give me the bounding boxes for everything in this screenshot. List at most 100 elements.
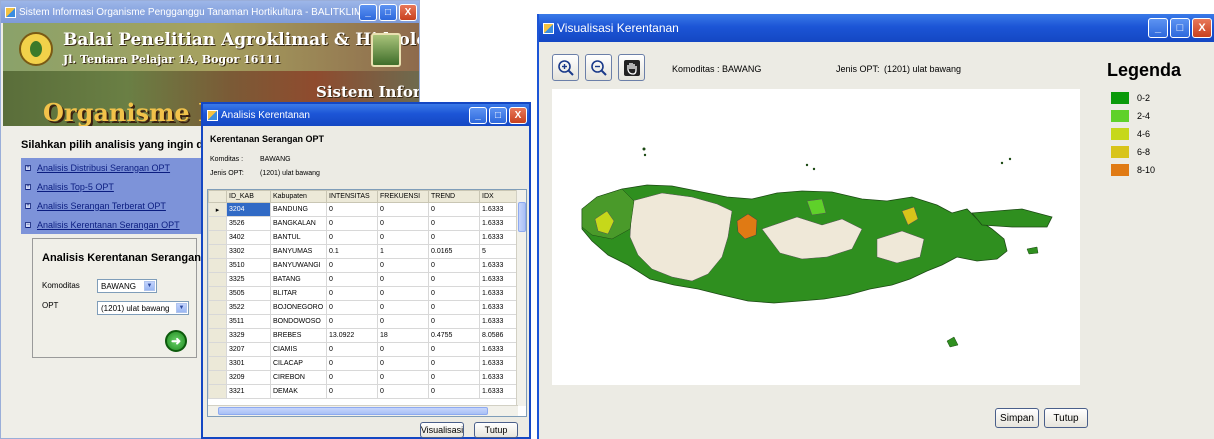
table-cell[interactable]: 0 (326, 370, 378, 385)
row-header[interactable] (208, 272, 227, 287)
table-cell[interactable]: CIAMIS (270, 342, 327, 357)
table-cell[interactable]: 1.6333 (479, 342, 520, 357)
table-cell[interactable]: 3522 (226, 300, 271, 315)
row-header[interactable] (208, 216, 227, 231)
table-cell[interactable]: 0.1 (326, 244, 378, 259)
simpan-button[interactable]: Simpan (995, 408, 1039, 428)
main-window-titlebar[interactable]: Sistem Informasi Organisme Pengganggu Ta… (1, 1, 419, 23)
table-cell[interactable]: 3402 (226, 230, 271, 245)
scroll-thumb[interactable] (518, 202, 526, 232)
table-cell[interactable]: DEMAK (270, 384, 327, 399)
table-cell[interactable]: 0 (326, 202, 378, 217)
chevron-down-icon[interactable]: ▼ (176, 303, 187, 313)
col-header-kabupaten[interactable]: Kabupaten (270, 190, 327, 203)
table-cell[interactable]: 1.6333 (479, 202, 520, 217)
table-cell[interactable]: 0 (326, 258, 378, 273)
maximize-button[interactable]: □ (1170, 18, 1190, 38)
collapse-icon[interactable]: − (25, 221, 31, 228)
table-row[interactable]: 3302 BANYUMAS 0.1 1 0.0165 5 (208, 244, 520, 259)
table-cell[interactable]: 0 (428, 286, 480, 301)
row-header[interactable]: ▸ (208, 202, 227, 217)
col-header-idx[interactable]: IDX (479, 190, 520, 203)
table-cell[interactable]: 1.6333 (479, 300, 520, 315)
table-row[interactable]: 3325 BATANG 0 0 0 1.6333 (208, 272, 520, 287)
opt-select[interactable]: (1201) ulat bawang ▼ (97, 301, 189, 315)
col-header-trend[interactable]: TREND (428, 190, 480, 203)
table-cell[interactable]: 3325 (226, 272, 271, 287)
expand-icon[interactable]: + (25, 202, 31, 209)
table-cell[interactable]: 1.6333 (479, 370, 520, 385)
minimize-button[interactable]: _ (469, 106, 487, 124)
tutup-button[interactable]: Tutup (1044, 408, 1088, 428)
row-header[interactable] (208, 244, 227, 259)
table-cell[interactable]: 1.6333 (479, 216, 520, 231)
table-cell[interactable]: 0 (326, 216, 378, 231)
table-cell[interactable]: 3505 (226, 286, 271, 301)
table-cell[interactable]: 3301 (226, 356, 271, 371)
table-cell[interactable]: BANDUNG (270, 202, 327, 217)
table-cell[interactable]: 0 (377, 258, 429, 273)
table-cell[interactable]: BANGKALAN (270, 216, 327, 231)
table-cell[interactable]: 0 (326, 286, 378, 301)
table-row[interactable]: 3402 BANTUL 0 0 0 1.6333 (208, 230, 520, 245)
table-row[interactable]: 3526 BANGKALAN 0 0 0 1.6333 (208, 216, 520, 231)
table-cell[interactable]: BANYUMAS (270, 244, 327, 259)
tutup-button[interactable]: Tutup (474, 422, 518, 438)
table-cell[interactable]: 0 (428, 370, 480, 385)
expand-icon[interactable]: + (25, 183, 31, 190)
col-header-frekuensi[interactable]: FREKUENSI (377, 190, 429, 203)
table-cell[interactable]: 3526 (226, 216, 271, 231)
table-cell[interactable]: 0 (326, 300, 378, 315)
pan-button[interactable] (618, 54, 645, 81)
table-row[interactable]: ▸ 3204 BANDUNG 0 0 0 1.6333 (208, 202, 520, 217)
visualisasi-titlebar[interactable]: Visualisasi Kerentanan _ □ X (539, 14, 1214, 42)
table-cell[interactable]: 0 (326, 272, 378, 287)
row-header[interactable] (208, 258, 227, 273)
table-cell[interactable]: 0 (377, 384, 429, 399)
row-header[interactable] (208, 356, 227, 371)
table-cell[interactable]: 0 (428, 384, 480, 399)
table-cell[interactable]: 0 (377, 356, 429, 371)
table-cell[interactable]: 13.0922 (326, 328, 378, 343)
table-row[interactable]: 3301 CILACAP 0 0 0 1.6333 (208, 356, 520, 371)
close-button[interactable]: X (509, 106, 527, 124)
table-cell[interactable]: BANYUWANGI (270, 258, 327, 273)
row-header[interactable] (208, 286, 227, 301)
kerentanan-data-grid[interactable]: ID_KAB Kabupaten INTENSITAS FREKUENSI TR… (207, 189, 527, 417)
komoditas-select[interactable]: BAWANG ▼ (97, 279, 157, 293)
table-cell[interactable]: 1 (377, 244, 429, 259)
table-cell[interactable]: 0 (326, 384, 378, 399)
zoom-out-button[interactable] (585, 54, 612, 81)
row-header[interactable] (208, 300, 227, 315)
table-cell[interactable]: 0 (377, 370, 429, 385)
go-arrow-button[interactable]: ➜ (165, 330, 187, 352)
col-header-intensitas[interactable]: INTENSITAS (326, 190, 378, 203)
table-cell[interactable]: 1.6333 (479, 272, 520, 287)
row-header[interactable] (208, 384, 227, 399)
table-cell[interactable]: 1.6333 (479, 356, 520, 371)
table-cell[interactable]: 18 (377, 328, 429, 343)
table-cell[interactable]: 0 (377, 202, 429, 217)
table-cell[interactable]: 3329 (226, 328, 271, 343)
table-cell[interactable]: 0 (377, 314, 429, 329)
java-vulnerability-map[interactable] (552, 89, 1080, 385)
close-button[interactable]: X (399, 3, 417, 21)
table-cell[interactable]: BREBES (270, 328, 327, 343)
table-row[interactable]: 3505 BLITAR 0 0 0 1.6333 (208, 286, 520, 301)
close-button[interactable]: X (1192, 18, 1212, 38)
dialog-titlebar[interactable]: Analisis Kerentanan _ □ X (203, 104, 529, 126)
maximize-button[interactable]: □ (379, 3, 397, 21)
vertical-scrollbar[interactable] (516, 190, 526, 406)
table-cell[interactable]: 1.6333 (479, 258, 520, 273)
table-cell[interactable]: 3204 (226, 202, 271, 217)
row-header[interactable] (208, 230, 227, 245)
table-cell[interactable]: 0.0165 (428, 244, 480, 259)
table-row[interactable]: 3209 CIREBON 0 0 0 1.6333 (208, 370, 520, 385)
table-cell[interactable]: 1.6333 (479, 384, 520, 399)
table-cell[interactable]: 3207 (226, 342, 271, 357)
table-cell[interactable]: 0 (428, 314, 480, 329)
row-header[interactable] (208, 328, 227, 343)
table-cell[interactable]: 0 (377, 272, 429, 287)
row-header[interactable] (208, 370, 227, 385)
table-cell[interactable]: BLITAR (270, 286, 327, 301)
